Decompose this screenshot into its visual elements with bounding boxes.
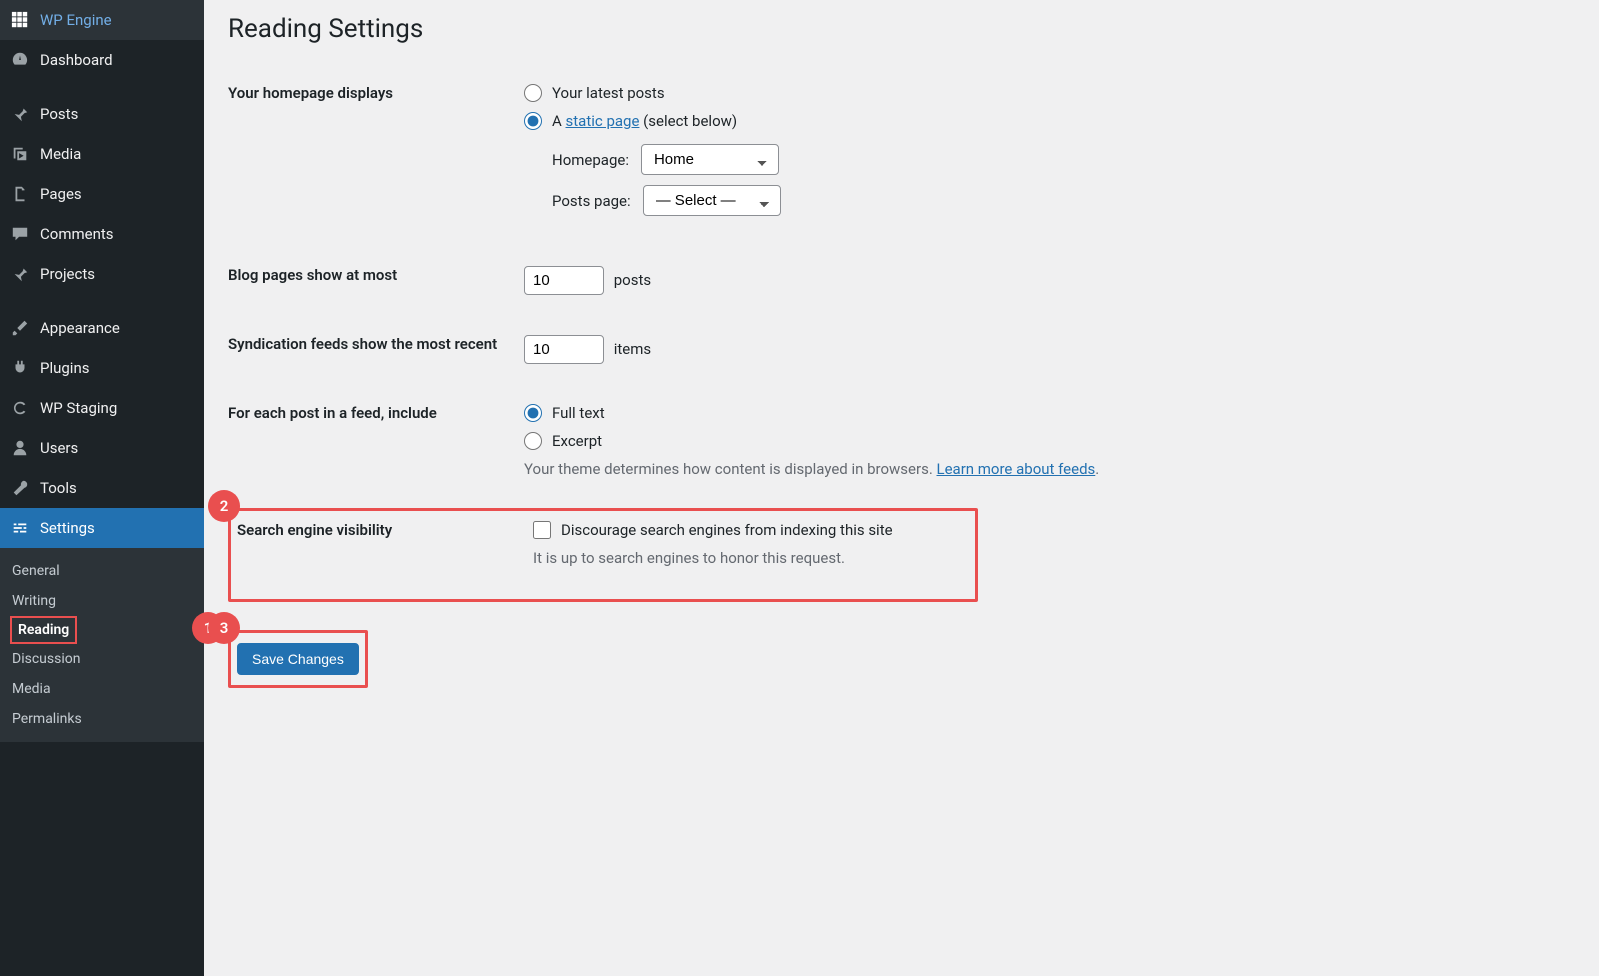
sidebar-item-label: Appearance bbox=[40, 319, 120, 337]
sidebar-item-appearance[interactable]: Appearance bbox=[0, 308, 204, 348]
radio-latest-posts-label: Your latest posts bbox=[552, 84, 665, 102]
sidebar-item-label: WP Staging bbox=[40, 399, 117, 417]
feed-description: Your theme determines how content is dis… bbox=[524, 460, 1565, 478]
blog-pages-suffix: posts bbox=[614, 271, 651, 289]
user-icon bbox=[10, 438, 30, 458]
save-changes-button[interactable]: Save Changes bbox=[237, 643, 359, 675]
main-content: Reading Settings Your homepage displays … bbox=[204, 0, 1599, 976]
homepage-select-label: Homepage: bbox=[552, 151, 629, 169]
sev-description: It is up to search engines to honor this… bbox=[533, 549, 893, 567]
submenu-writing[interactable]: Writing bbox=[0, 586, 204, 616]
sidebar-item-label: Users bbox=[40, 439, 78, 457]
page-icon bbox=[10, 184, 30, 204]
blog-pages-label: Blog pages show at most bbox=[228, 246, 514, 315]
discourage-checkbox[interactable] bbox=[533, 521, 551, 539]
sidebar-item-label: Pages bbox=[40, 185, 82, 203]
sidebar-item-wpengine[interactable]: WP Engine bbox=[0, 0, 204, 40]
radio-full-text[interactable] bbox=[524, 404, 542, 422]
sidebar-item-dashboard[interactable]: Dashboard bbox=[0, 40, 204, 80]
sidebar-item-comments[interactable]: Comments bbox=[0, 214, 204, 254]
pin-icon bbox=[10, 104, 30, 124]
brush-icon bbox=[10, 318, 30, 338]
submenu-general[interactable]: General bbox=[0, 556, 204, 586]
sidebar-item-label: Media bbox=[40, 145, 81, 163]
sidebar-item-settings[interactable]: Settings bbox=[0, 508, 204, 548]
gauge-icon bbox=[10, 50, 30, 70]
sidebar-item-users[interactable]: Users bbox=[0, 428, 204, 468]
radio-excerpt-label: Excerpt bbox=[552, 432, 602, 450]
sidebar-item-media[interactable]: Media bbox=[0, 134, 204, 174]
pin-icon bbox=[10, 264, 30, 284]
sidebar-item-wpstaging[interactable]: WP Staging bbox=[0, 388, 204, 428]
feed-include-label: For each post in a feed, include bbox=[228, 384, 514, 498]
syndication-feeds-input[interactable] bbox=[524, 335, 604, 364]
sev-label: Search engine visibility bbox=[237, 515, 523, 587]
media-icon bbox=[10, 144, 30, 164]
static-page-link[interactable]: static page bbox=[566, 112, 640, 130]
refresh-icon bbox=[10, 398, 30, 418]
sidebar-item-label: Posts bbox=[40, 105, 78, 123]
page-title: Reading Settings bbox=[228, 14, 1575, 44]
postspage-select[interactable]: — Select — bbox=[643, 185, 781, 216]
submenu-reading[interactable]: Reading bbox=[10, 616, 77, 644]
submenu-permalinks[interactable]: Permalinks bbox=[0, 704, 204, 734]
postspage-select-label: Posts page: bbox=[552, 192, 631, 210]
plug-icon bbox=[10, 358, 30, 378]
radio-static-page[interactable] bbox=[524, 112, 542, 130]
sidebar-item-label: WP Engine bbox=[40, 11, 112, 29]
submenu-discussion[interactable]: Discussion bbox=[0, 644, 204, 674]
homepage-select[interactable]: Home bbox=[641, 144, 779, 175]
learn-more-feeds-link[interactable]: Learn more about feeds bbox=[937, 460, 1096, 478]
syndication-feeds-suffix: items bbox=[614, 340, 651, 358]
annotation-badge-3: 3 bbox=[208, 612, 240, 644]
sidebar-item-tools[interactable]: Tools bbox=[0, 468, 204, 508]
sidebar-item-label: Comments bbox=[40, 225, 114, 243]
sidebar-item-label: Dashboard bbox=[40, 51, 113, 69]
comment-icon bbox=[10, 224, 30, 244]
syndication-feeds-label: Syndication feeds show the most recent bbox=[228, 315, 514, 384]
sidebar-item-label: Projects bbox=[40, 265, 95, 283]
discourage-checkbox-label: Discourage search engines from indexing … bbox=[561, 521, 893, 539]
submenu-media[interactable]: Media bbox=[0, 674, 204, 704]
grid-icon bbox=[10, 10, 30, 30]
radio-full-text-label: Full text bbox=[552, 404, 605, 422]
sidebar-item-label: Settings bbox=[40, 519, 95, 537]
radio-excerpt[interactable] bbox=[524, 432, 542, 450]
radio-latest-posts[interactable] bbox=[524, 84, 542, 102]
admin-sidebar: WP Engine Dashboard Posts Media Pages Co… bbox=[0, 0, 204, 976]
radio-static-page-label: A static page (select below) bbox=[552, 112, 737, 130]
settings-submenu: General Writing 1 Reading Discussion Med… bbox=[0, 548, 204, 742]
homepage-displays-label: Your homepage displays bbox=[228, 64, 514, 246]
blog-pages-input[interactable] bbox=[524, 266, 604, 295]
sliders-icon bbox=[10, 518, 30, 538]
annotation-badge-2: 2 bbox=[208, 490, 240, 522]
wrench-icon bbox=[10, 478, 30, 498]
sidebar-item-posts[interactable]: Posts bbox=[0, 94, 204, 134]
sidebar-item-pages[interactable]: Pages bbox=[0, 174, 204, 214]
sidebar-item-label: Tools bbox=[40, 479, 77, 497]
sidebar-item-plugins[interactable]: Plugins bbox=[0, 348, 204, 388]
sidebar-item-projects[interactable]: Projects bbox=[0, 254, 204, 294]
sidebar-item-label: Plugins bbox=[40, 359, 89, 377]
